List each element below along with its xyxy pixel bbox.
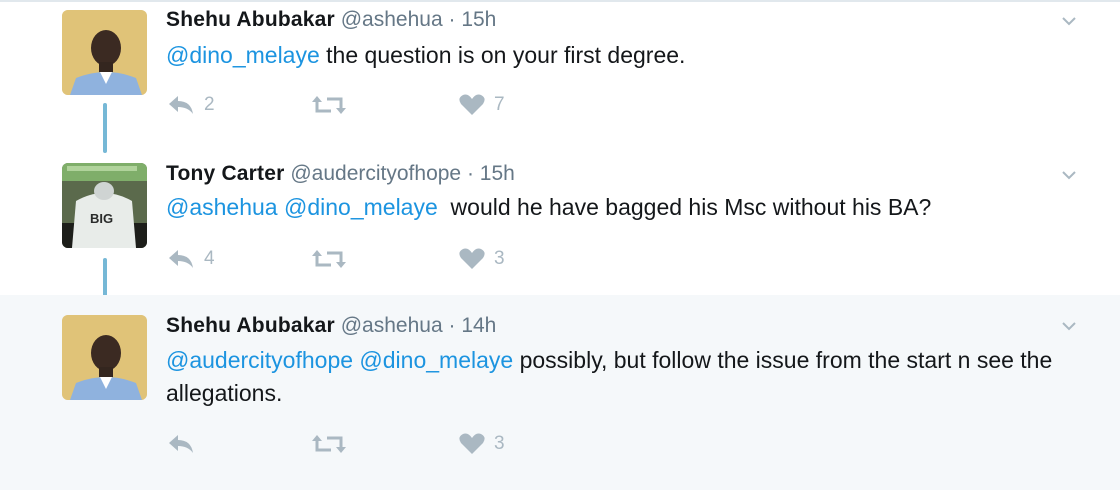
tweet-3[interactable]: Shehu Abubakar @ashehua · 14h @audercity… (0, 295, 1120, 490)
person-avatar-icon (62, 10, 147, 95)
user-handle[interactable]: @ashehua (341, 314, 443, 337)
retweet-button[interactable] (311, 432, 355, 456)
avatar[interactable] (62, 315, 147, 400)
timestamp[interactable]: 15h (461, 8, 496, 31)
like-button[interactable]: 3 (458, 432, 505, 456)
like-button[interactable]: 7 (458, 93, 505, 117)
heart-icon (459, 433, 485, 454)
tweet-body: would he have bagged his Msc without his… (437, 194, 932, 220)
mention-link[interactable]: @audercityofhope (166, 347, 353, 373)
retweet-icon (312, 96, 346, 114)
reply-button[interactable]: 4 (166, 247, 215, 271)
tweet-header: Shehu Abubakar @ashehua · 14h (166, 314, 496, 338)
timestamp[interactable]: 14h (461, 314, 496, 337)
like-button[interactable]: 3 (458, 247, 505, 271)
reply-button[interactable]: 2 (166, 93, 215, 117)
avatar[interactable]: BIG (62, 163, 147, 248)
mention-link[interactable]: @dino_melaye (166, 42, 320, 68)
tweet-2[interactable]: BIG Tony Carter @audercityofhope · 15h @… (0, 150, 1120, 308)
tweet-text: @ashehua @dino_melaye would he have bagg… (166, 191, 1086, 224)
reply-icon (169, 250, 193, 268)
shirt-avatar-icon: BIG (62, 163, 147, 248)
reply-button[interactable] (166, 432, 204, 456)
like-count: 3 (494, 248, 505, 269)
avatar[interactable] (62, 10, 147, 95)
mention-link[interactable]: @dino_melaye (359, 347, 513, 373)
reply-count: 2 (204, 94, 215, 115)
separator-dot: · (448, 8, 456, 31)
heart-icon (459, 94, 485, 115)
separator-dot: · (448, 314, 456, 337)
mention-link[interactable]: @ashehua (166, 194, 278, 220)
tweet-text: @dino_melaye the question is on your fir… (166, 39, 1086, 72)
display-name[interactable]: Shehu Abubakar (166, 8, 335, 31)
reply-count: 4 (204, 248, 215, 269)
retweet-button[interactable] (311, 247, 355, 271)
tweet-1[interactable]: Shehu Abubakar @ashehua · 15h @dino_mela… (0, 0, 1120, 153)
display-name[interactable]: Tony Carter (166, 162, 285, 185)
mention-link[interactable]: @dino_melaye (284, 194, 438, 220)
retweet-icon (312, 435, 346, 453)
person-avatar-icon (62, 315, 147, 400)
separator-dot: · (466, 162, 474, 185)
user-handle[interactable]: @ashehua (341, 8, 443, 31)
shirt-text: BIG (90, 211, 113, 226)
user-handle[interactable]: @audercityofhope (290, 162, 461, 185)
reply-icon (169, 435, 193, 453)
chevron-down-icon[interactable] (1062, 168, 1076, 182)
like-count: 7 (494, 94, 505, 115)
tweet-header: Shehu Abubakar @ashehua · 15h (166, 8, 496, 32)
heart-icon (459, 248, 485, 269)
chevron-down-icon[interactable] (1062, 14, 1076, 28)
display-name[interactable]: Shehu Abubakar (166, 314, 335, 337)
tweet-header: Tony Carter @audercityofhope · 15h (166, 162, 515, 186)
tweet-body: the question is on your first degree. (319, 42, 686, 68)
timestamp[interactable]: 15h (480, 162, 515, 185)
retweet-icon (312, 250, 346, 268)
reply-icon (169, 96, 193, 114)
like-count: 3 (494, 433, 505, 454)
chevron-down-icon[interactable] (1062, 319, 1076, 333)
retweet-button[interactable] (311, 93, 355, 117)
thread-connector (103, 103, 107, 153)
tweet-text: @audercityofhope @dino_melaye possibly, … (166, 344, 1066, 410)
